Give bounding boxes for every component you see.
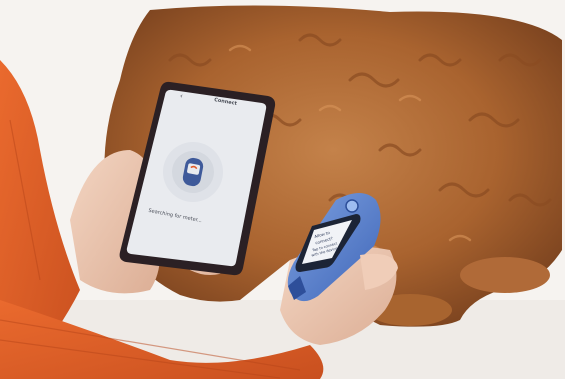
photo-background [0,0,565,379]
photo-scene: Connect ‹ Searching for meter... Allow t… [0,0,565,379]
